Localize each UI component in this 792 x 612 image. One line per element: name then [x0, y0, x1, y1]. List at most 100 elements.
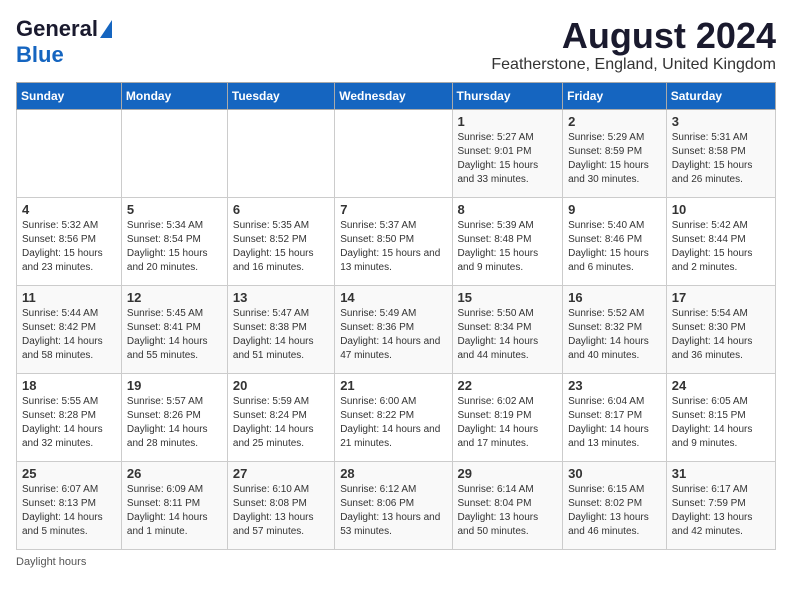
calendar-cell: 9 Sunrise: 5:40 AM Sunset: 8:46 PM Daylig… — [563, 197, 667, 285]
calendar-cell: 5 Sunrise: 5:34 AM Sunset: 8:54 PM Daylig… — [121, 197, 227, 285]
day-number: 3 — [672, 114, 770, 129]
calendar-cell — [227, 109, 334, 197]
calendar-cell: 6Sunrise: 5:35 AM Sunset: 8:52 PM Daylig… — [227, 197, 334, 285]
calendar-cell — [121, 109, 227, 197]
day-info: Sunrise: 5:45 AM Sunset: 8:41 PM Dayligh… — [127, 307, 222, 363]
day-number: 23 — [568, 378, 661, 393]
day-info: Sunrise: 5:49 AM Sunset: 8:36 PM Dayligh… — [340, 307, 446, 363]
day-number: 4 — [22, 202, 116, 217]
calendar-cell: 19Sunrise: 5:57 AM Sunset: 8:26 PM Dayli… — [121, 373, 227, 461]
footer-note: Daylight hours — [16, 556, 776, 568]
day-number: 24 — [672, 378, 770, 393]
calendar-cell: 13 Sunrise: 5:47 AM Sunset: 8:38 PM Dayli… — [227, 285, 334, 373]
week-row-4: 18 Sunrise: 5:55 AM Sunset: 8:28 PM Dayli… — [17, 373, 776, 461]
calendar-cell: 11 Sunrise: 5:44 AM Sunset: 8:42 PM Dayli… — [17, 285, 122, 373]
calendar-cell — [335, 109, 452, 197]
calendar-cell: 14 Sunrise: 5:49 AM Sunset: 8:36 PM Dayli… — [335, 285, 452, 373]
calendar-cell: 26 Sunrise: 6:09 AM Sunset: 8:11 PM Dayli… — [121, 461, 227, 549]
day-info: Sunrise: 5:55 AM Sunset: 8:28 PM Dayligh… — [22, 395, 116, 451]
calendar-title: August 2024 — [491, 16, 776, 56]
day-info: Sunrise: 5:50 AM Sunset: 8:34 PM Dayligh… — [458, 307, 558, 363]
day-info: Sunrise: 6:09 AM Sunset: 8:11 PM Dayligh… — [127, 483, 222, 539]
day-info: Sunrise: 5:54 AM Sunset: 8:30 PM Dayligh… — [672, 307, 770, 363]
day-info: Sunrise: 5:44 AM Sunset: 8:42 PM Dayligh… — [22, 307, 116, 363]
day-info: Sunrise: 6:00 AM Sunset: 8:22 PM Dayligh… — [340, 395, 446, 451]
day-number: 11 — [22, 290, 116, 305]
day-number: 2 — [568, 114, 661, 129]
calendar-cell: 31Sunrise: 6:17 AM Sunset: 7:59 PM Dayli… — [666, 461, 775, 549]
day-number: 9 — [568, 202, 661, 217]
day-number: 15 — [458, 290, 558, 305]
calendar-cell: 7 Sunrise: 5:37 AM Sunset: 8:50 PM Daylig… — [335, 197, 452, 285]
day-number: 25 — [22, 466, 116, 481]
logo-triangle-icon — [100, 20, 112, 38]
day-info: Sunrise: 5:47 AM Sunset: 8:38 PM Dayligh… — [233, 307, 329, 363]
calendar-cell: 15 Sunrise: 5:50 AM Sunset: 8:34 PM Dayli… — [452, 285, 563, 373]
calendar-cell: 21 Sunrise: 6:00 AM Sunset: 8:22 PM Dayli… — [335, 373, 452, 461]
calendar-cell: 3 Sunrise: 5:31 AM Sunset: 8:58 PM Daylig… — [666, 109, 775, 197]
day-number: 26 — [127, 466, 222, 481]
day-number: 21 — [340, 378, 446, 393]
header-day-tuesday: Tuesday — [227, 82, 334, 109]
week-row-3: 11 Sunrise: 5:44 AM Sunset: 8:42 PM Dayli… — [17, 285, 776, 373]
day-number: 18 — [22, 378, 116, 393]
day-number: 7 — [340, 202, 446, 217]
day-info: Sunrise: 6:17 AM Sunset: 7:59 PM Dayligh… — [672, 483, 770, 539]
day-number: 5 — [127, 202, 222, 217]
header-day-sunday: Sunday — [17, 82, 122, 109]
day-info: Sunrise: 6:02 AM Sunset: 8:19 PM Dayligh… — [458, 395, 558, 451]
calendar-subtitle: Featherstone, England, United Kingdom — [491, 56, 776, 74]
day-info: Sunrise: 5:37 AM Sunset: 8:50 PM Dayligh… — [340, 219, 446, 275]
calendar-cell: 17 Sunrise: 5:54 AM Sunset: 8:30 PM Dayli… — [666, 285, 775, 373]
day-info: Sunrise: 5:40 AM Sunset: 8:46 PM Dayligh… — [568, 219, 661, 275]
day-info: Sunrise: 5:42 AM Sunset: 8:44 PM Dayligh… — [672, 219, 770, 275]
day-info: Sunrise: 5:52 AM Sunset: 8:32 PM Dayligh… — [568, 307, 661, 363]
calendar-cell: 23 Sunrise: 6:04 AM Sunset: 8:17 PM Dayli… — [563, 373, 667, 461]
day-info: Sunrise: 6:15 AM Sunset: 8:02 PM Dayligh… — [568, 483, 661, 539]
calendar-header-row: SundayMondayTuesdayWednesdayThursdayFrid… — [17, 82, 776, 109]
day-number: 17 — [672, 290, 770, 305]
calendar-cell: 4Sunrise: 5:32 AM Sunset: 8:56 PM Daylig… — [17, 197, 122, 285]
day-number: 12 — [127, 290, 222, 305]
day-info: Sunrise: 6:14 AM Sunset: 8:04 PM Dayligh… — [458, 483, 558, 539]
footer-text: Daylight hours — [16, 556, 86, 568]
day-number: 13 — [233, 290, 329, 305]
day-info: Sunrise: 6:07 AM Sunset: 8:13 PM Dayligh… — [22, 483, 116, 539]
day-number: 20 — [233, 378, 329, 393]
day-number: 19 — [127, 378, 222, 393]
calendar-cell: 8Sunrise: 5:39 AM Sunset: 8:48 PM Daylig… — [452, 197, 563, 285]
header-day-thursday: Thursday — [452, 82, 563, 109]
day-info: Sunrise: 6:10 AM Sunset: 8:08 PM Dayligh… — [233, 483, 329, 539]
day-number: 30 — [568, 466, 661, 481]
calendar-cell: 30 Sunrise: 6:15 AM Sunset: 8:02 PM Dayli… — [563, 461, 667, 549]
title-area: August 2024 Featherstone, England, Unite… — [491, 16, 776, 74]
header-day-wednesday: Wednesday — [335, 82, 452, 109]
day-info: Sunrise: 6:05 AM Sunset: 8:15 PM Dayligh… — [672, 395, 770, 451]
day-info: Sunrise: 5:29 AM Sunset: 8:59 PM Dayligh… — [568, 131, 661, 187]
day-number: 8 — [458, 202, 558, 217]
day-number: 27 — [233, 466, 329, 481]
calendar-cell: 1 Sunrise: 5:27 AM Sunset: 9:01 PM Daylig… — [452, 109, 563, 197]
day-info: Sunrise: 5:35 AM Sunset: 8:52 PM Dayligh… — [233, 219, 329, 275]
day-info: Sunrise: 5:31 AM Sunset: 8:58 PM Dayligh… — [672, 131, 770, 187]
logo-general: General — [16, 16, 98, 42]
calendar-cell: 25 Sunrise: 6:07 AM Sunset: 8:13 PM Dayli… — [17, 461, 122, 549]
day-number: 14 — [340, 290, 446, 305]
day-info: Sunrise: 5:34 AM Sunset: 8:54 PM Dayligh… — [127, 219, 222, 275]
day-number: 1 — [458, 114, 558, 129]
header: General Blue August 2024 Featherstone, E… — [16, 16, 776, 74]
day-info: Sunrise: 6:12 AM Sunset: 8:06 PM Dayligh… — [340, 483, 446, 539]
day-number: 29 — [458, 466, 558, 481]
week-row-5: 25 Sunrise: 6:07 AM Sunset: 8:13 PM Dayli… — [17, 461, 776, 549]
header-day-saturday: Saturday — [666, 82, 775, 109]
calendar-cell: 2 Sunrise: 5:29 AM Sunset: 8:59 PM Daylig… — [563, 109, 667, 197]
day-info: Sunrise: 6:04 AM Sunset: 8:17 PM Dayligh… — [568, 395, 661, 451]
calendar-cell: 20 Sunrise: 5:59 AM Sunset: 8:24 PM Dayli… — [227, 373, 334, 461]
logo: General Blue — [16, 16, 112, 68]
calendar-cell: 12 Sunrise: 5:45 AM Sunset: 8:41 PM Dayli… — [121, 285, 227, 373]
calendar-cell: 27 Sunrise: 6:10 AM Sunset: 8:08 PM Dayli… — [227, 461, 334, 549]
day-info: Sunrise: 5:59 AM Sunset: 8:24 PM Dayligh… — [233, 395, 329, 451]
calendar-cell: 28Sunrise: 6:12 AM Sunset: 8:06 PM Dayli… — [335, 461, 452, 549]
day-number: 22 — [458, 378, 558, 393]
day-info: Sunrise: 5:27 AM Sunset: 9:01 PM Dayligh… — [458, 131, 558, 187]
